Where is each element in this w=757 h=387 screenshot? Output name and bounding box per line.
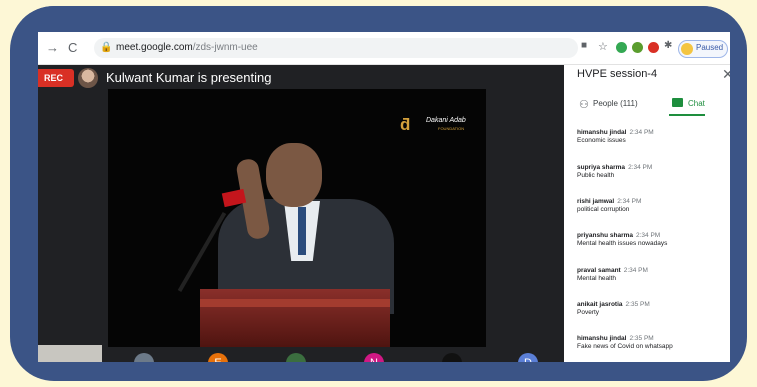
- message-time: 2:34 PM: [617, 198, 642, 205]
- screen-content: → C 🔒 meet.google.com/zds-jwnm-uee ■ ☆ ✱…: [38, 32, 730, 362]
- podium-band: [200, 299, 390, 307]
- reload-icon[interactable]: C: [68, 40, 77, 55]
- recording-badge: REC: [38, 69, 74, 87]
- tab-chat[interactable]: Chat: [688, 99, 705, 108]
- meeting-stage: REC Kulwant Kumar is presenting ƌ Dakani…: [38, 65, 564, 362]
- foundation-logo-icon: ƌ: [400, 115, 411, 134]
- paused-label: Paused: [696, 43, 724, 52]
- url-text: meet.google.com/zds-jwnm-uee: [116, 42, 258, 53]
- message-time: 2:35 PM: [625, 301, 650, 308]
- message-text: Fake news of Covid on whatsapp: [577, 343, 673, 350]
- chat-message: anikait jasrotia 2:35 PM Poverty: [577, 301, 650, 316]
- chat-tab-indicator: [669, 114, 705, 116]
- chat-message: himanshu jindal 2:35 PM Fake news of Covi…: [577, 335, 673, 350]
- participant-tile-3[interactable]: [286, 353, 306, 362]
- people-icon[interactable]: ⚇: [579, 98, 589, 111]
- message-text: Mental health: [577, 275, 617, 282]
- message-time: 2:34 PM: [636, 232, 661, 239]
- self-video-tile[interactable]: [38, 345, 102, 362]
- presentation-video[interactable]: ƌ Dakani Adab FOUNDATION: [108, 89, 486, 347]
- profile-paused-button[interactable]: Paused: [678, 40, 728, 58]
- participant-tile-4[interactable]: N: [364, 353, 384, 362]
- extension-green-icon[interactable]: [616, 42, 627, 53]
- panel-title: HVPE session-4: [577, 68, 658, 80]
- lock-icon: 🔒: [100, 42, 113, 53]
- message-text: Economic issues: [577, 137, 626, 144]
- back-arrow-icon[interactable]: →: [46, 40, 59, 55]
- message-text: Mental health issues nowadays: [577, 240, 668, 247]
- message-text: Public health: [577, 172, 615, 179]
- speaker-tie: [298, 207, 306, 255]
- message-time: 2:34 PM: [628, 164, 653, 171]
- chat-message: himanshu jindal 2:34 PM Economic issues: [577, 129, 654, 144]
- participant-tile-2[interactable]: E: [208, 353, 228, 362]
- message-author: himanshu jindal: [577, 335, 627, 342]
- star-icon[interactable]: ☆: [598, 40, 608, 53]
- message-author: anikait jasrotia: [577, 301, 623, 308]
- url-path: /zds-jwnm-uee: [192, 42, 258, 53]
- presenter-avatar: [78, 68, 98, 88]
- chat-message: supriya sharma 2:34 PM Public health: [577, 164, 652, 179]
- message-time: 2:35 PM: [629, 335, 654, 342]
- message-author: supriya sharma: [577, 164, 626, 171]
- tab-people[interactable]: People (111): [593, 99, 638, 108]
- speaker-head: [266, 143, 322, 207]
- message-time: 2:34 PM: [629, 129, 654, 136]
- browser-toolbar: → C 🔒 meet.google.com/zds-jwnm-uee ■ ☆ ✱…: [38, 32, 730, 65]
- foundation-logo-text: Dakani Adab: [426, 117, 466, 124]
- extension-red-icon[interactable]: [648, 42, 659, 53]
- url-host: meet.google.com: [116, 42, 193, 53]
- message-text: political corruption: [577, 206, 630, 213]
- message-text: Poverty: [577, 309, 600, 316]
- participant-tile-6[interactable]: D: [518, 353, 538, 362]
- message-author: priyanshu sharma: [577, 232, 633, 239]
- message-time: 2:34 PM: [623, 267, 648, 274]
- extension-grammar-icon[interactable]: [632, 42, 643, 53]
- participant-tile-1[interactable]: [134, 353, 154, 362]
- device-frame: → C 🔒 meet.google.com/zds-jwnm-uee ■ ☆ ✱…: [10, 6, 747, 381]
- close-icon[interactable]: ✕: [722, 66, 730, 83]
- chat-message: praval samant 2:34 PM Mental health: [577, 267, 648, 282]
- chat-message: rishi jamwal 2:34 PM political corruption: [577, 198, 641, 213]
- message-author: himanshu jindal: [577, 129, 627, 136]
- message-author: praval samant: [577, 267, 621, 274]
- address-bar[interactable]: 🔒 meet.google.com/zds-jwnm-uee: [94, 38, 578, 58]
- extensions-puzzle-icon[interactable]: ✱: [664, 40, 672, 51]
- participant-tile-5[interactable]: [442, 353, 462, 362]
- presenter-text: Kulwant Kumar is presenting: [106, 70, 272, 85]
- message-author: rishi jamwal: [577, 198, 615, 205]
- chat-icon[interactable]: [672, 98, 683, 107]
- foundation-logo-subtext: FOUNDATION: [438, 126, 465, 131]
- side-panel: HVPE session-4 ✕ ⚇ People (111) Chat him…: [564, 65, 730, 362]
- profile-avatar-icon: [681, 43, 693, 55]
- camera-icon[interactable]: ■: [581, 40, 587, 51]
- chat-message: priyanshu sharma 2:34 PM Mental health is…: [577, 232, 667, 247]
- podium: [200, 289, 390, 347]
